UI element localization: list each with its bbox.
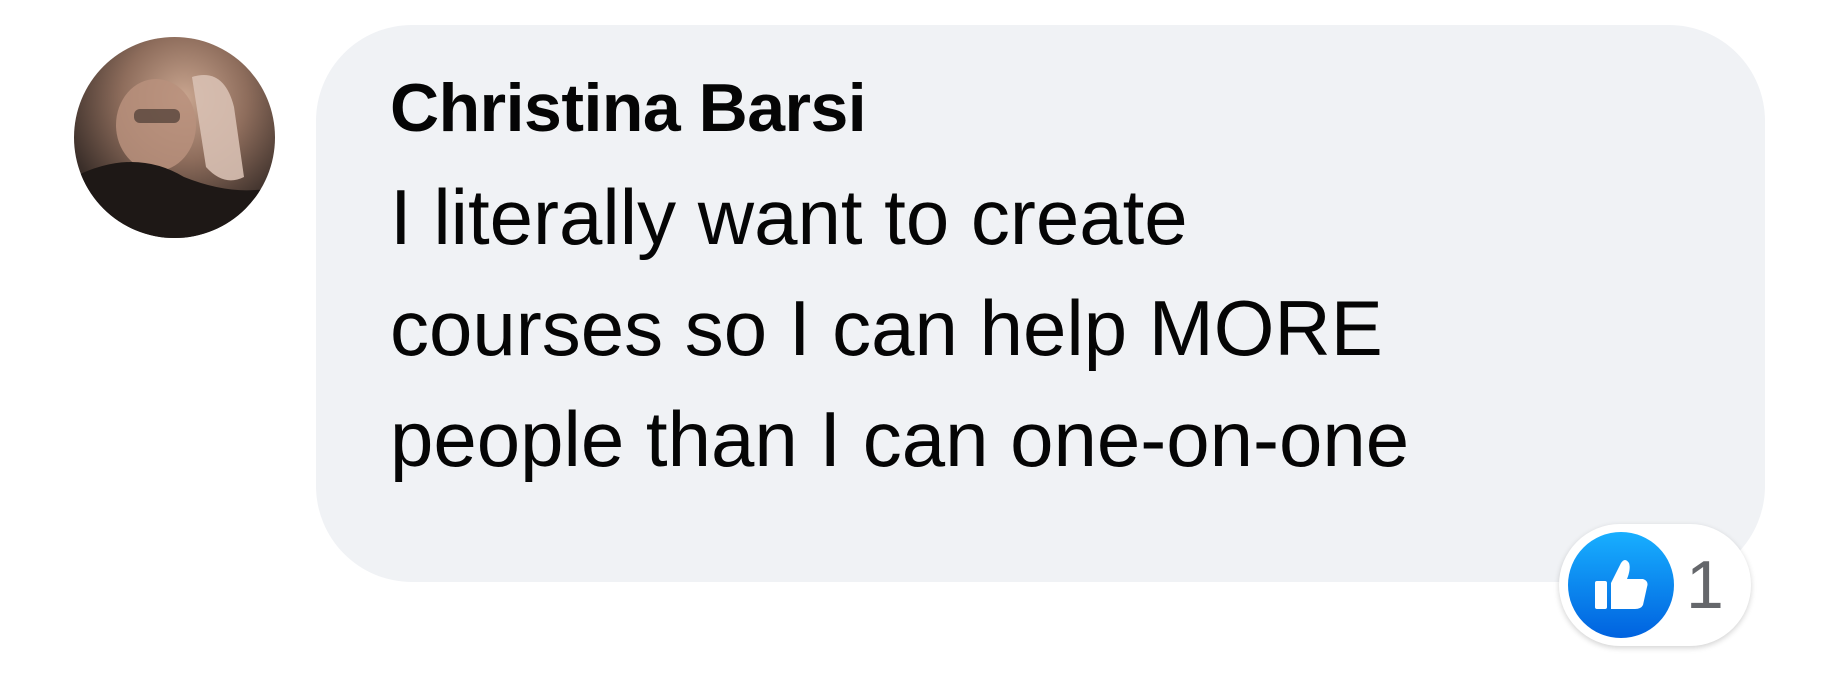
reaction-summary[interactable]: 1 [1559, 524, 1751, 646]
comment-text-line: courses so I can help MORE [390, 284, 1383, 372]
comment-text: I literally want to create courses so I … [390, 162, 1610, 495]
comment-text-line: I literally want to create [390, 173, 1188, 261]
avatar-photo [74, 75, 275, 238]
comment-bubble: Christina Barsi I literally want to crea… [316, 25, 1765, 582]
comment-author[interactable]: Christina Barsi [390, 68, 1765, 148]
reaction-count: 1 [1686, 547, 1724, 623]
avatar[interactable] [74, 37, 275, 238]
thumbs-up-icon [1568, 532, 1674, 638]
comment-text-line: people than I can one-on-one [390, 395, 1410, 483]
